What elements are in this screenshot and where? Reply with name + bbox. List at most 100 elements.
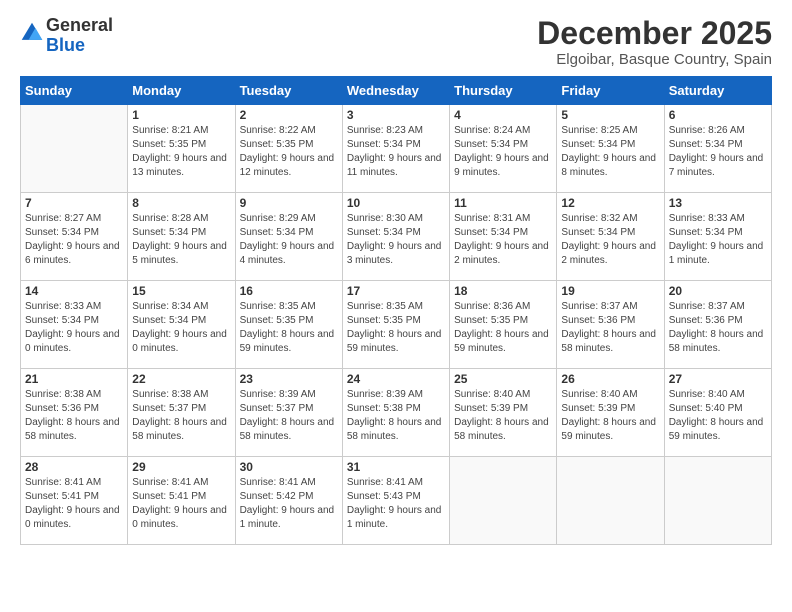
- calendar-cell: 8Sunrise: 8:28 AMSunset: 5:34 PMDaylight…: [128, 193, 235, 281]
- day-number: 13: [669, 196, 767, 210]
- day-info: Sunrise: 8:33 AMSunset: 5:34 PMDaylight:…: [25, 300, 123, 356]
- day-number: 11: [454, 196, 552, 210]
- day-number: 23: [240, 372, 338, 386]
- day-number: 10: [347, 196, 445, 210]
- day-info: Sunrise: 8:38 AMSunset: 5:37 PMDaylight:…: [132, 388, 230, 444]
- page-container: General Blue December 2025 Elgoibar, Bas…: [0, 0, 792, 555]
- header-monday: Monday: [128, 77, 235, 105]
- header-tuesday: Tuesday: [235, 77, 342, 105]
- calendar-cell: 14 Sunrise: 8:33 AMSunset: 5:34 PMDayligh…: [21, 281, 128, 369]
- calendar-cell: 4Sunrise: 8:24 AMSunset: 5:34 PMDaylight…: [450, 105, 557, 193]
- day-info: Sunrise: 8:24 AMSunset: 5:34 PMDaylight:…: [454, 124, 552, 180]
- header-saturday: Saturday: [664, 77, 771, 105]
- calendar-cell: 29 Sunrise: 8:41 AMSunset: 5:41 PMDayligh…: [128, 457, 235, 545]
- day-number: 22: [132, 372, 230, 386]
- day-number: 29: [132, 460, 230, 474]
- day-number: 31: [347, 460, 445, 474]
- day-info: Sunrise: 8:40 AMSunset: 5:39 PMDaylight:…: [454, 388, 552, 444]
- day-number: 14: [25, 284, 123, 298]
- day-number: 6: [669, 108, 767, 122]
- calendar-cell: 28 Sunrise: 8:41 AMSunset: 5:41 PMDayligh…: [21, 457, 128, 545]
- calendar-cell: [450, 457, 557, 545]
- calendar-cell: 15Sunrise: 8:34 AMSunset: 5:34 PMDayligh…: [128, 281, 235, 369]
- day-number: 25: [454, 372, 552, 386]
- calendar-cell: 6 Sunrise: 8:26 AMSunset: 5:34 PMDaylight…: [664, 105, 771, 193]
- day-info: Sunrise: 8:32 AMSunset: 5:34 PMDaylight:…: [561, 212, 659, 268]
- calendar-week-0: 1Sunrise: 8:21 AMSunset: 5:35 PMDaylight…: [21, 105, 772, 193]
- day-info: Sunrise: 8:36 AMSunset: 5:35 PMDaylight:…: [454, 300, 552, 356]
- calendar-table: Sunday Monday Tuesday Wednesday Thursday…: [20, 76, 772, 545]
- calendar-cell: [557, 457, 664, 545]
- logo-icon: [20, 21, 44, 45]
- day-number: 26: [561, 372, 659, 386]
- calendar-cell: 30Sunrise: 8:41 AMSunset: 5:42 PMDayligh…: [235, 457, 342, 545]
- day-number: 20: [669, 284, 767, 298]
- calendar-cell: 16 Sunrise: 8:35 AMSunset: 5:35 PMDayligh…: [235, 281, 342, 369]
- day-number: 19: [561, 284, 659, 298]
- calendar-header-row: Sunday Monday Tuesday Wednesday Thursday…: [21, 77, 772, 105]
- calendar-cell: 13 Sunrise: 8:33 AMSunset: 5:34 PMDayligh…: [664, 193, 771, 281]
- day-number: 2: [240, 108, 338, 122]
- calendar-cell: 27Sunrise: 8:40 AMSunset: 5:40 PMDayligh…: [664, 369, 771, 457]
- day-info: Sunrise: 8:41 AMSunset: 5:43 PMDaylight:…: [347, 476, 445, 532]
- day-info: Sunrise: 8:25 AMSunset: 5:34 PMDaylight:…: [561, 124, 659, 180]
- day-number: 7: [25, 196, 123, 210]
- day-info: Sunrise: 8:33 AMSunset: 5:34 PMDaylight:…: [669, 212, 767, 268]
- header: General Blue December 2025 Elgoibar, Bas…: [20, 16, 772, 68]
- day-info: Sunrise: 8:39 AMSunset: 5:37 PMDaylight:…: [240, 388, 338, 444]
- calendar-cell: 19 Sunrise: 8:37 AMSunset: 5:36 PMDayligh…: [557, 281, 664, 369]
- day-number: 5: [561, 108, 659, 122]
- day-number: 21: [25, 372, 123, 386]
- day-info: Sunrise: 8:21 AMSunset: 5:35 PMDaylight:…: [132, 124, 230, 180]
- calendar-cell: 17 Sunrise: 8:35 AMSunset: 5:35 PMDayligh…: [342, 281, 449, 369]
- day-info: Sunrise: 8:34 AMSunset: 5:34 PMDaylight:…: [132, 300, 230, 356]
- day-info: Sunrise: 8:41 AMSunset: 5:41 PMDaylight:…: [132, 476, 230, 532]
- calendar-cell: [664, 457, 771, 545]
- calendar-cell: 21Sunrise: 8:38 AMSunset: 5:36 PMDayligh…: [21, 369, 128, 457]
- day-info: Sunrise: 8:31 AMSunset: 5:34 PMDaylight:…: [454, 212, 552, 268]
- calendar-cell: 24Sunrise: 8:39 AMSunset: 5:38 PMDayligh…: [342, 369, 449, 457]
- day-number: 3: [347, 108, 445, 122]
- logo-blue-text: Blue: [46, 35, 85, 55]
- header-friday: Friday: [557, 77, 664, 105]
- day-number: 28: [25, 460, 123, 474]
- day-number: 8: [132, 196, 230, 210]
- day-info: Sunrise: 8:35 AMSunset: 5:35 PMDaylight:…: [347, 300, 445, 356]
- month-year: December 2025: [537, 16, 772, 51]
- calendar-cell: 12Sunrise: 8:32 AMSunset: 5:34 PMDayligh…: [557, 193, 664, 281]
- day-number: 16: [240, 284, 338, 298]
- logo-general-text: General: [46, 15, 113, 35]
- day-info: Sunrise: 8:35 AMSunset: 5:35 PMDaylight:…: [240, 300, 338, 356]
- calendar-cell: 1Sunrise: 8:21 AMSunset: 5:35 PMDaylight…: [128, 105, 235, 193]
- day-info: Sunrise: 8:37 AMSunset: 5:36 PMDaylight:…: [561, 300, 659, 356]
- header-wednesday: Wednesday: [342, 77, 449, 105]
- day-number: 24: [347, 372, 445, 386]
- title-block: December 2025 Elgoibar, Basque Country, …: [537, 16, 772, 68]
- calendar-cell: 23 Sunrise: 8:39 AMSunset: 5:37 PMDayligh…: [235, 369, 342, 457]
- day-info: Sunrise: 8:26 AMSunset: 5:34 PMDaylight:…: [669, 124, 767, 180]
- calendar-cell: 18 Sunrise: 8:36 AMSunset: 5:35 PMDayligh…: [450, 281, 557, 369]
- calendar-cell: 25 Sunrise: 8:40 AMSunset: 5:39 PMDayligh…: [450, 369, 557, 457]
- day-info: Sunrise: 8:30 AMSunset: 5:34 PMDaylight:…: [347, 212, 445, 268]
- calendar-cell: 20Sunrise: 8:37 AMSunset: 5:36 PMDayligh…: [664, 281, 771, 369]
- location: Elgoibar, Basque Country, Spain: [537, 51, 772, 68]
- calendar-cell: 5 Sunrise: 8:25 AMSunset: 5:34 PMDaylight…: [557, 105, 664, 193]
- day-number: 18: [454, 284, 552, 298]
- calendar-cell: 10 Sunrise: 8:30 AMSunset: 5:34 PMDayligh…: [342, 193, 449, 281]
- calendar-week-2: 14 Sunrise: 8:33 AMSunset: 5:34 PMDayligh…: [21, 281, 772, 369]
- day-info: Sunrise: 8:41 AMSunset: 5:42 PMDaylight:…: [240, 476, 338, 532]
- day-number: 17: [347, 284, 445, 298]
- calendar-week-4: 28 Sunrise: 8:41 AMSunset: 5:41 PMDayligh…: [21, 457, 772, 545]
- day-number: 9: [240, 196, 338, 210]
- calendar-cell: 26 Sunrise: 8:40 AMSunset: 5:39 PMDayligh…: [557, 369, 664, 457]
- day-info: Sunrise: 8:41 AMSunset: 5:41 PMDaylight:…: [25, 476, 123, 532]
- header-sunday: Sunday: [21, 77, 128, 105]
- calendar-week-1: 7 Sunrise: 8:27 AMSunset: 5:34 PMDaylight…: [21, 193, 772, 281]
- calendar-week-3: 21Sunrise: 8:38 AMSunset: 5:36 PMDayligh…: [21, 369, 772, 457]
- day-info: Sunrise: 8:23 AMSunset: 5:34 PMDaylight:…: [347, 124, 445, 180]
- day-info: Sunrise: 8:27 AMSunset: 5:34 PMDaylight:…: [25, 212, 123, 268]
- day-info: Sunrise: 8:40 AMSunset: 5:39 PMDaylight:…: [561, 388, 659, 444]
- logo: General Blue: [20, 16, 113, 56]
- day-info: Sunrise: 8:22 AMSunset: 5:35 PMDaylight:…: [240, 124, 338, 180]
- header-thursday: Thursday: [450, 77, 557, 105]
